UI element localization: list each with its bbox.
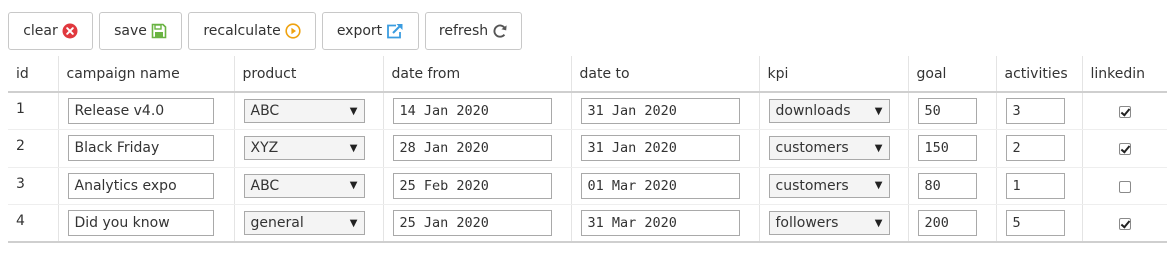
goal-input[interactable]: 150 — [917, 135, 977, 162]
date-to-input[interactable]: 01 Mar 2020 — [580, 172, 740, 199]
product-select[interactable]: XYZ ▼ — [243, 136, 365, 161]
kpi-select[interactable]: customers ▼ — [768, 136, 890, 161]
chevron-down-icon: ▼ — [349, 217, 358, 229]
column-header-product: product — [233, 56, 383, 93]
chevron-down-icon: ▼ — [874, 217, 883, 229]
goal-input[interactable]: 50 — [917, 98, 977, 124]
campaign-name-input[interactable]: Did you know — [67, 210, 214, 236]
kpi-select[interactable]: downloads ▼ — [768, 99, 890, 123]
table-row: 4 Did you know general ▼ 25 Jan 2020 31 M… — [8, 204, 1167, 243]
column-header-linkedin: linkedin — [1081, 56, 1167, 93]
chevron-down-icon: ▼ — [349, 142, 358, 154]
kpi-select-value: customers — [775, 140, 849, 157]
column-header-kpi: kpi — [758, 56, 908, 93]
activities-input[interactable]: 2 — [1005, 135, 1065, 162]
activities-input[interactable]: 3 — [1005, 98, 1065, 124]
table-row: 2 Black Friday XYZ ▼ 28 Jan 2020 31 Jan 2… — [8, 129, 1167, 168]
save-button[interactable]: save — [99, 12, 182, 50]
recalculate-button-label: recalculate — [203, 23, 281, 39]
linkedin-checkbox[interactable] — [1119, 106, 1132, 118]
kpi-select-value: followers — [775, 215, 839, 231]
product-select-value: ABC — [250, 103, 280, 119]
campaign-name-input[interactable]: Analytics expo — [67, 172, 214, 199]
date-to-input[interactable]: 31 Jan 2020 — [580, 135, 740, 162]
table-row: 1 Release v4.0 ABC ▼ 14 Jan 2020 31 Jan 2… — [8, 92, 1167, 130]
goal-input[interactable]: 80 — [917, 172, 977, 199]
chevron-down-icon: ▼ — [874, 180, 883, 192]
activities-input[interactable]: 5 — [1005, 210, 1065, 236]
save-button-label: save — [114, 23, 147, 39]
product-select[interactable]: ABC ▼ — [243, 173, 365, 198]
linkedin-checkbox[interactable] — [1119, 143, 1132, 156]
export-button-label: export — [336, 23, 383, 39]
kpi-select-value: downloads — [775, 103, 851, 119]
date-to-input[interactable]: 31 Mar 2020 — [580, 210, 740, 236]
product-select-value: ABC — [250, 177, 280, 194]
goal-input[interactable]: 200 — [917, 210, 977, 236]
chevron-down-icon: ▼ — [349, 180, 358, 192]
date-from-input[interactable]: 25 Jan 2020 — [392, 210, 552, 236]
close-circle-icon — [62, 23, 78, 39]
refresh-icon — [492, 23, 508, 39]
date-from-input[interactable]: 14 Jan 2020 — [392, 98, 552, 124]
chevron-down-icon: ▼ — [874, 105, 883, 117]
date-to-input[interactable]: 31 Jan 2020 — [580, 98, 740, 124]
toolbar: clear save recalculate export refresh — [8, 12, 522, 50]
table-row: 3 Analytics expo ABC ▼ 25 Feb 2020 01 Mar… — [8, 167, 1167, 205]
activities-input[interactable]: 1 — [1005, 172, 1065, 199]
linkedin-checkbox[interactable] — [1119, 180, 1132, 193]
kpi-select[interactable]: customers ▼ — [768, 173, 890, 198]
floppy-disk-icon — [151, 23, 167, 39]
kpi-select-value: customers — [775, 177, 849, 194]
clear-button[interactable]: clear — [8, 12, 93, 50]
play-circle-icon — [285, 23, 301, 39]
chevron-down-icon: ▼ — [874, 142, 883, 154]
column-header-date-to: date to — [570, 56, 759, 93]
date-from-input[interactable]: 25 Feb 2020 — [392, 172, 552, 199]
product-select-value: XYZ — [250, 140, 279, 157]
column-header-id: id — [8, 56, 58, 93]
table-header-row: id campaign name product date from date … — [8, 56, 1167, 93]
clear-button-label: clear — [23, 23, 58, 39]
export-button[interactable]: export — [322, 12, 419, 50]
row-id: 1 — [8, 92, 58, 130]
column-header-campaign-name: campaign name — [57, 56, 234, 93]
recalculate-button[interactable]: recalculate — [188, 12, 316, 50]
chevron-down-icon: ▼ — [349, 105, 358, 117]
campaign-table: id campaign name product date from date … — [8, 56, 1167, 243]
campaign-name-input[interactable]: Black Friday — [67, 135, 214, 162]
column-header-date-from: date from — [382, 56, 571, 93]
column-header-activities: activities — [995, 56, 1082, 93]
export-arrow-icon — [386, 23, 404, 39]
product-select[interactable]: general ▼ — [243, 211, 365, 235]
date-from-input[interactable]: 28 Jan 2020 — [392, 135, 552, 162]
linkedin-checkbox[interactable] — [1119, 218, 1132, 230]
row-id: 2 — [8, 129, 58, 168]
product-select[interactable]: ABC ▼ — [243, 99, 365, 123]
refresh-button-label: refresh — [438, 23, 489, 39]
campaign-name-input[interactable]: Release v4.0 — [67, 98, 214, 124]
row-id: 3 — [8, 167, 58, 205]
row-id: 4 — [8, 204, 58, 243]
refresh-button[interactable]: refresh — [425, 12, 522, 50]
product-select-value: general — [250, 215, 304, 231]
column-header-goal: goal — [907, 56, 996, 93]
kpi-select[interactable]: followers ▼ — [768, 211, 890, 235]
